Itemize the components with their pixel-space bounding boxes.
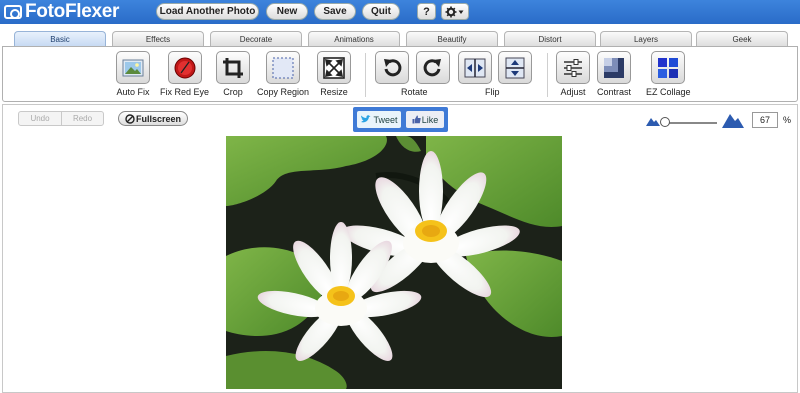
tab-bar: Basic Effects Decorate Animations Beauti… xyxy=(0,24,800,48)
app-name: FotoFlexer xyxy=(25,1,120,22)
tweet-label: Tweet xyxy=(373,114,398,125)
auto-fix-label: Auto Fix xyxy=(116,87,150,97)
crop-tool[interactable]: Crop xyxy=(216,51,250,97)
fotoflexer-app: FotoFlexer Load Another Photo New Save Q… xyxy=(0,0,800,393)
undo-button[interactable]: Undo xyxy=(19,112,61,125)
fullscreen-label: Fullscreen xyxy=(135,113,182,124)
sliders-icon xyxy=(564,58,582,77)
auto-fix-tool[interactable]: Auto Fix xyxy=(116,51,150,97)
help-button[interactable]: ? xyxy=(417,3,436,20)
photo-canvas[interactable] xyxy=(226,136,562,389)
picture-icon xyxy=(122,59,144,76)
rotate-left-icon xyxy=(384,58,402,76)
camera-icon xyxy=(4,5,22,19)
tweet-button[interactable]: Tweet xyxy=(357,111,401,128)
social-bar: Tweet Like xyxy=(353,107,448,132)
rotate-right-button[interactable] xyxy=(416,51,450,84)
resize-button[interactable] xyxy=(317,51,351,84)
tab-beautify[interactable]: Beautify xyxy=(406,31,498,46)
ez-collage-tool[interactable]: EZ Collage xyxy=(646,51,691,97)
adjust-button[interactable] xyxy=(556,51,590,84)
crop-button[interactable] xyxy=(216,51,250,84)
zoom-percent-label: % xyxy=(783,115,792,125)
collage-icon xyxy=(658,57,679,78)
fix-red-eye-button[interactable] xyxy=(167,51,202,84)
resize-icon xyxy=(323,56,345,79)
divider xyxy=(547,53,548,97)
divider xyxy=(365,53,366,97)
contrast-tool[interactable]: Contrast xyxy=(597,51,631,97)
auto-fix-button[interactable] xyxy=(116,51,150,84)
flip-horizontal-tool[interactable] xyxy=(458,51,492,84)
twitter-bird-icon xyxy=(361,115,371,123)
redo-button[interactable]: Redo xyxy=(61,112,103,125)
ez-collage-label: EZ Collage xyxy=(646,87,691,97)
zoom-control: 67 % xyxy=(646,112,796,129)
tool-panel: Auto Fix Fix Red Eye Crop Copy Region Re… xyxy=(2,46,798,102)
zoom-in-mountain-icon[interactable] xyxy=(722,112,744,128)
undo-redo-group: Undo Redo xyxy=(18,111,104,126)
tab-basic[interactable]: Basic xyxy=(14,31,106,46)
contrast-button[interactable] xyxy=(597,51,631,84)
crop-icon xyxy=(223,57,243,78)
like-button[interactable]: Like xyxy=(406,111,444,128)
flip-vertical-button[interactable] xyxy=(498,51,532,84)
fullscreen-icon xyxy=(125,113,135,124)
contrast-icon xyxy=(604,57,624,78)
logo: FotoFlexer xyxy=(4,1,119,23)
zoom-slider-track[interactable] xyxy=(663,122,717,124)
new-button[interactable]: New xyxy=(266,3,308,20)
copy-region-icon xyxy=(272,57,294,78)
rotate-right-tool[interactable] xyxy=(416,51,450,84)
like-label: Like xyxy=(421,114,439,125)
zoom-out-mountain-icon[interactable] xyxy=(646,116,660,126)
tab-decorate[interactable]: Decorate xyxy=(210,31,302,46)
settings-button[interactable] xyxy=(441,3,469,20)
save-button[interactable]: Save xyxy=(314,3,356,20)
tab-effects[interactable]: Effects xyxy=(112,31,204,46)
zoom-slider-handle[interactable] xyxy=(660,117,670,127)
zoom-level-input[interactable]: 67 xyxy=(752,112,778,128)
flip-vertical-tool[interactable] xyxy=(498,51,532,84)
fix-red-eye-tool[interactable]: Fix Red Eye xyxy=(160,51,209,97)
copy-region-button[interactable] xyxy=(266,51,301,84)
ez-collage-button[interactable] xyxy=(651,51,686,84)
flip-horizontal-icon xyxy=(464,58,486,77)
load-another-photo-button[interactable]: Load Another Photo xyxy=(156,3,259,20)
resize-label: Resize xyxy=(320,87,348,97)
copy-region-label: Copy Region xyxy=(257,87,310,97)
resize-tool[interactable]: Resize xyxy=(317,51,351,97)
fix-red-eye-label: Fix Red Eye xyxy=(160,87,210,97)
quit-button[interactable]: Quit xyxy=(362,3,400,20)
flip-label: Flip xyxy=(485,87,500,97)
tab-layers[interactable]: Layers xyxy=(600,31,692,46)
flip-vertical-icon xyxy=(505,57,525,78)
contrast-label: Contrast xyxy=(597,87,632,97)
tab-animations[interactable]: Animations xyxy=(308,31,400,46)
rotate-left-tool[interactable] xyxy=(375,51,409,84)
red-eye-icon xyxy=(174,57,196,78)
thumbs-up-icon xyxy=(412,115,421,124)
rotate-right-icon xyxy=(423,58,441,76)
fullscreen-button[interactable]: Fullscreen xyxy=(118,111,188,126)
crop-label: Crop xyxy=(223,87,243,97)
flip-horizontal-button[interactable] xyxy=(458,51,492,84)
tab-distort[interactable]: Distort xyxy=(504,31,596,46)
adjust-tool[interactable]: Adjust xyxy=(556,51,590,97)
water-lily-photo xyxy=(226,136,562,389)
canvas-area: Undo Redo Fullscreen Tweet Like 67 % xyxy=(2,104,798,393)
rotate-left-button[interactable] xyxy=(375,51,409,84)
adjust-label: Adjust xyxy=(560,87,586,97)
copy-region-tool[interactable]: Copy Region xyxy=(257,51,309,97)
rotate-label: Rotate xyxy=(401,87,428,97)
top-bar: FotoFlexer Load Another Photo New Save Q… xyxy=(0,0,800,24)
tab-geek[interactable]: Geek xyxy=(696,31,788,46)
gear-icon xyxy=(445,6,464,17)
